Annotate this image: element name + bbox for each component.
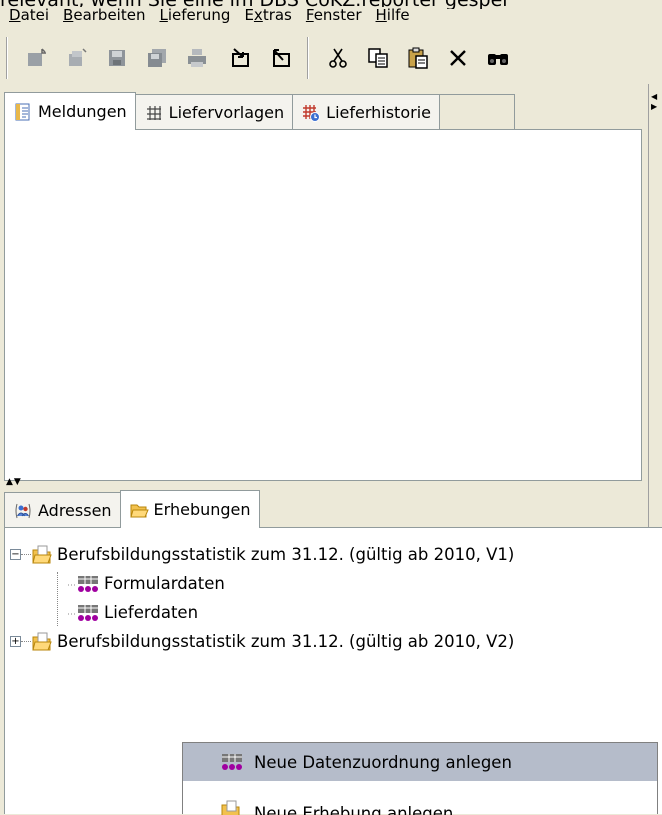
menu-extras[interactable]: Extras [237,7,299,26]
paste-icon[interactable] [398,37,438,79]
top-tab-bar: Meldungen Liefervorlagen Lieferhistorie [4,92,642,130]
data-grid-icon [68,575,98,592]
bottom-tab-bar: Adressen Erhebungen [4,490,662,528]
tree-node-lieferdaten[interactable]: Lieferdaten [10,598,660,627]
addresses-icon [15,503,31,518]
collapse-icon[interactable]: − [10,549,21,560]
export-icon[interactable] [261,37,301,79]
tree-connector [21,554,31,555]
history-grid-icon [303,104,321,122]
tree-node-label: Berufsbildungsstatistik zum 31.12. (gült… [57,632,515,651]
menu-hilfe[interactable]: Hilfe [368,7,417,26]
copy-icon[interactable] [358,37,398,79]
messages-panel [4,129,642,481]
delete-icon[interactable] [438,37,478,79]
folder-open-icon [129,504,149,517]
data-grid-icon [222,754,242,770]
menu-bearbeiten[interactable]: Bearbeiten [56,7,153,26]
tab-label: Meldungen [38,102,127,121]
tree-connector [21,641,31,642]
menu-item-label: Neue Erhebung anlegen [254,804,454,815]
cut-icon[interactable] [318,37,358,79]
tab-lieferhistorie[interactable]: Lieferhistorie [292,94,440,130]
tab-label: Adressen [38,501,112,520]
survey-folder-icon [221,800,240,815]
collapse-arrows-icon[interactable]: ◀ ▶ [651,92,657,112]
tree-node-label: Formulardaten [104,574,225,593]
menu-item-new-data-mapping[interactable]: Neue Datenzuordnung anlegen [183,743,657,781]
menu-lieferung[interactable]: Lieferung [152,7,238,26]
find-icon[interactable] [478,37,518,79]
survey-tree: − Berufsbildungsstatistik zum 31.12. (gü… [10,540,660,656]
save-icon[interactable] [97,37,137,79]
tree-node-formulardaten[interactable]: Formulardaten [10,569,660,598]
menu-item-label: Neue Datenzuordnung anlegen [254,752,512,772]
survey-folder-icon [32,632,52,650]
tab-erhebungen[interactable]: Erhebungen [119,490,260,528]
tab-label: Erhebungen [153,500,251,519]
tree-node-v1[interactable]: − Berufsbildungsstatistik zum 31.12. (gü… [10,540,660,569]
tab-label: Liefervorlagen [168,103,285,122]
menu-item-new-survey[interactable]: Neue Erhebung anlegen [183,781,657,815]
toolbar [0,32,662,84]
new-doc-icon[interactable] [17,37,57,79]
context-menu: Neue Datenzuordnung anlegen Neue Erhebun… [182,742,658,815]
tree-node-label: Berufsbildungsstatistik zum 31.12. (gült… [57,545,515,564]
menu-datei[interactable]: Datei [2,7,57,26]
import-icon[interactable] [221,37,261,79]
tree-node-label: Lieferdaten [104,603,199,622]
expand-icon[interactable]: + [10,636,21,647]
tab-label: Lieferhistorie [326,103,431,122]
survey-folder-icon [32,545,52,563]
tab-adressen[interactable]: Adressen [4,492,121,528]
new-doc-disabled-icon[interactable] [57,37,97,79]
splitter[interactable]: ▲▼ [4,478,642,490]
menu-bar: Datei Bearbeiten Lieferung Extras Fenste… [0,0,662,26]
tab-blank [438,94,515,130]
tab-meldungen[interactable]: Meldungen [4,92,136,130]
template-grid-icon [146,105,161,120]
tab-liefervorlagen[interactable]: Liefervorlagen [134,94,294,130]
save-all-icon[interactable] [137,37,177,79]
data-grid-icon [68,604,98,621]
toolbar-separator [6,37,8,79]
splitter-arrows-icon[interactable]: ▲▼ [6,478,22,487]
print-icon[interactable] [177,37,217,79]
toolbar-separator [307,37,309,79]
menu-fenster[interactable]: Fenster [298,7,369,26]
tree-node-v2[interactable]: + Berufsbildungsstatistik zum 31.12. (gü… [10,627,660,656]
messages-icon [15,103,30,120]
